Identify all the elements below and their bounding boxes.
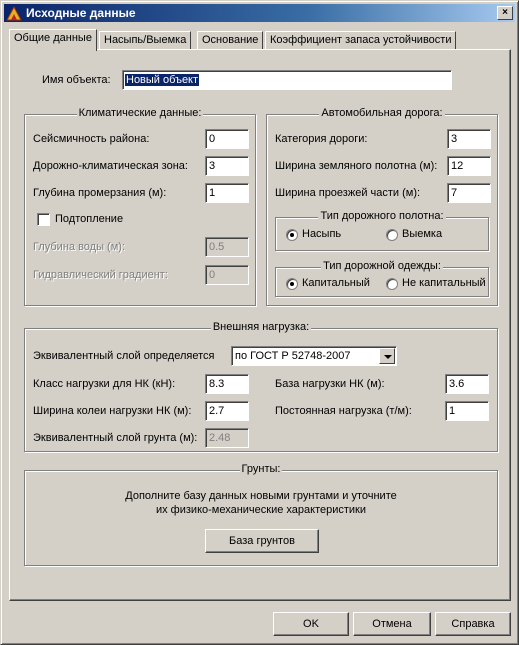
soils-group: Грунты: Дополните базу данных новыми гру… — [24, 463, 498, 566]
climate-group: Климатические данные: Сейсмичность район… — [24, 107, 256, 306]
soils-title: Грунты: — [239, 463, 283, 475]
tab-general[interactable]: Общие данные — [9, 29, 97, 51]
load-class-input[interactable]: 8.3 — [205, 374, 249, 394]
cut-radio[interactable] — [386, 229, 398, 241]
gauge-width-input[interactable]: 2.7 — [205, 401, 249, 421]
water-depth-input[interactable]: 0.5 — [205, 237, 249, 257]
cancel-button[interactable]: Отмена — [353, 612, 431, 636]
tab-label: Общие данные — [14, 32, 92, 44]
capital-radio[interactable] — [286, 278, 298, 290]
tab-label: Основание — [202, 34, 259, 46]
embankment-radio[interactable] — [286, 229, 298, 241]
water-depth-label: Глубина воды (м): — [33, 241, 125, 253]
help-button[interactable]: Справка — [435, 612, 511, 636]
load-base-input[interactable]: 3.6 — [445, 374, 489, 394]
soil-database-button[interactable]: База грунтов — [205, 529, 319, 553]
road-category-label: Категория дороги: — [275, 133, 368, 145]
object-name-value: Новый объект — [125, 74, 200, 86]
constant-load-input[interactable]: 1 — [445, 401, 489, 421]
embankment-label: Насыпь — [302, 228, 342, 240]
tab-panel: Имя объекта: Новый объект Климатические … — [9, 49, 511, 601]
equiv-layer-value: по ГОСТ Р 52748-2007 — [235, 350, 351, 362]
window-title: Исходные данные — [26, 6, 136, 20]
subgrade-width-label: Ширина земляного полотна (м): — [275, 160, 438, 172]
object-name-input[interactable]: Новый объект — [122, 70, 452, 90]
carriageway-width-label: Ширина проезжей части (м): — [275, 187, 421, 199]
road-category-input[interactable]: 3 — [447, 129, 491, 149]
subgrade-width-input[interactable]: 12 — [447, 156, 491, 176]
pavement-type-title: Тип дорожной одежды: — [321, 260, 443, 272]
tab-foundation[interactable]: Основание — [197, 31, 264, 49]
soil-layer-label: Эквивалентный слой грунта (м): — [33, 432, 198, 444]
tab-stability-factor[interactable]: Коэффициент запаса устойчивости — [265, 31, 457, 49]
cut-label: Выемка — [402, 228, 443, 240]
road-climate-zone-input[interactable]: 3 — [205, 156, 249, 176]
flooding-checkbox[interactable] — [37, 213, 50, 226]
tab-label: Насыпь/Выемка — [104, 34, 187, 46]
hydraulic-gradient-label: Гидравлический градиент: — [33, 269, 168, 281]
road-group: Автомобильная дорога: Категория дороги: … — [266, 107, 498, 306]
freeze-depth-input[interactable]: 1 — [205, 183, 249, 203]
object-name-label: Имя объекта: — [42, 74, 111, 86]
climate-group-title: Климатические данные: — [76, 107, 204, 119]
dialog-window: Исходные данные × Общие данные Насыпь/Вы… — [0, 0, 519, 645]
road-group-title: Автомобильная дорога: — [319, 107, 445, 119]
freeze-depth-label: Глубина промерзания (м): — [33, 187, 167, 199]
soils-hint-line2: их физико-механические характеристики — [155, 504, 367, 516]
constant-load-label: Постоянная нагрузка (т/м): — [275, 405, 412, 417]
flooding-label: Подтопление — [55, 213, 124, 225]
title-bar[interactable]: Исходные данные × — [4, 4, 515, 22]
non-capital-label: Не капитальный — [402, 277, 486, 289]
load-class-label: Класс нагрузки для НК (кН): — [33, 378, 176, 390]
soils-hint-line1: Дополните базу данных новыми грунтами и … — [125, 490, 397, 502]
carriageway-width-input[interactable]: 7 — [447, 183, 491, 203]
seismic-input[interactable]: 0 — [205, 129, 249, 149]
capital-label: Капитальный — [302, 277, 370, 289]
load-base-label: База нагрузки НК (м): — [275, 378, 385, 390]
pavement-type-group: Тип дорожной одежды: Капитальный Не капи… — [275, 260, 489, 297]
tab-label: Коэффициент запаса устойчивости — [270, 34, 452, 46]
tab-embankment[interactable]: Насыпь/Выемка — [99, 31, 192, 49]
gauge-width-label: Ширина колеи нагрузки НК (м): — [33, 405, 192, 417]
equiv-layer-select[interactable]: по ГОСТ Р 52748-2007 — [231, 346, 397, 366]
soil-layer-input[interactable]: 2.48 — [205, 428, 249, 448]
external-load-title: Внешняя нагрузка: — [210, 321, 312, 333]
bed-type-title: Тип дорожного полотна: — [318, 210, 446, 222]
close-button[interactable]: × — [497, 6, 513, 20]
non-capital-radio[interactable] — [386, 278, 398, 290]
seismic-label: Сейсмичность района: — [33, 133, 150, 145]
app-icon — [6, 5, 22, 21]
external-load-group: Внешняя нагрузка: Эквивалентный слой опр… — [24, 321, 498, 452]
hydraulic-gradient-input[interactable]: 0 — [205, 265, 249, 285]
ok-button[interactable]: OK — [273, 612, 349, 636]
road-climate-zone-label: Дорожно-климатическая зона: — [33, 160, 188, 172]
equiv-layer-label: Эквивалентный слой определяется — [33, 350, 215, 362]
bed-type-group: Тип дорожного полотна: Насыпь Выемка — [275, 210, 489, 251]
chevron-down-icon[interactable] — [379, 348, 395, 364]
